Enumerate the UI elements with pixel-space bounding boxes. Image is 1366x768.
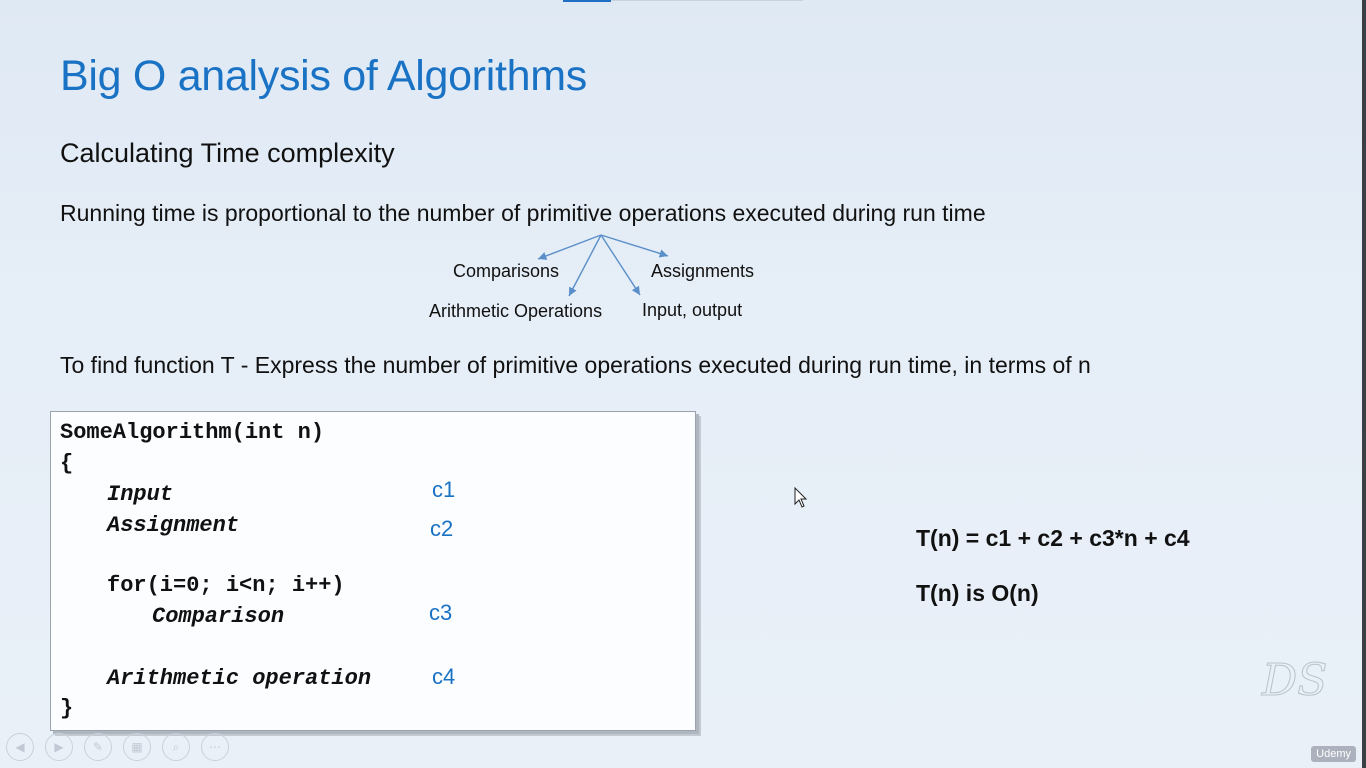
code-block: SomeAlgorithm(int n) { Input c1 Assignme…	[50, 411, 696, 731]
code-close-brace: }	[60, 696, 74, 721]
time-equation: T(n) = c1 + c2 + c3*n + c4	[916, 525, 1190, 551]
operation-comparisons: Comparisons	[453, 261, 560, 281]
operation-input-output: Input, output	[642, 300, 743, 320]
slideshow-controls: ◀ ▶ ✎ ▦ ⌕ ⋯	[6, 733, 229, 763]
progress-track	[611, 0, 803, 1]
ds-logo: DS	[1261, 655, 1328, 707]
zoom-icon[interactable]: ⌕	[162, 733, 190, 761]
more-icon[interactable]: ⋯	[201, 733, 229, 761]
mouse-cursor-icon	[794, 487, 808, 508]
cost-c4: c4	[432, 664, 456, 689]
code-input: Input	[107, 482, 174, 507]
find-t-statement: To find function T - Express the number …	[60, 352, 1091, 378]
code-open-brace: {	[60, 451, 74, 476]
cost-c3: c3	[429, 600, 453, 625]
progress-indicator	[563, 0, 611, 2]
previous-icon[interactable]: ◀	[6, 733, 34, 761]
next-icon[interactable]: ▶	[45, 733, 73, 761]
code-arithmetic: Arithmetic operation	[107, 666, 372, 691]
running-time-statement: Running time is proportional to the numb…	[60, 200, 986, 226]
code-signature: SomeAlgorithm(int n)	[60, 420, 325, 445]
code-assignment: Assignment	[107, 513, 240, 538]
window-edge	[1362, 0, 1366, 768]
slides-icon[interactable]: ▦	[123, 733, 151, 761]
code-comparison: Comparison	[152, 604, 285, 629]
slide-title: Big O analysis of Algorithms	[60, 52, 587, 100]
big-o-conclusion: T(n) is O(n)	[916, 580, 1039, 606]
operations-diagram: Comparisons Assignments Arithmetic Opera…	[420, 228, 790, 328]
pen-icon[interactable]: ✎	[84, 733, 112, 761]
udemy-watermark: Udemy	[1311, 746, 1356, 762]
operation-assignments: Assignments	[651, 261, 755, 281]
operation-arithmetic: Arithmetic Operations	[429, 301, 603, 321]
code-for-loop: for(i=0; i<n; i++)	[107, 573, 345, 598]
slide-subtitle: Calculating Time complexity	[60, 138, 395, 168]
cost-c2: c2	[430, 516, 454, 541]
cost-c1: c1	[432, 477, 456, 502]
